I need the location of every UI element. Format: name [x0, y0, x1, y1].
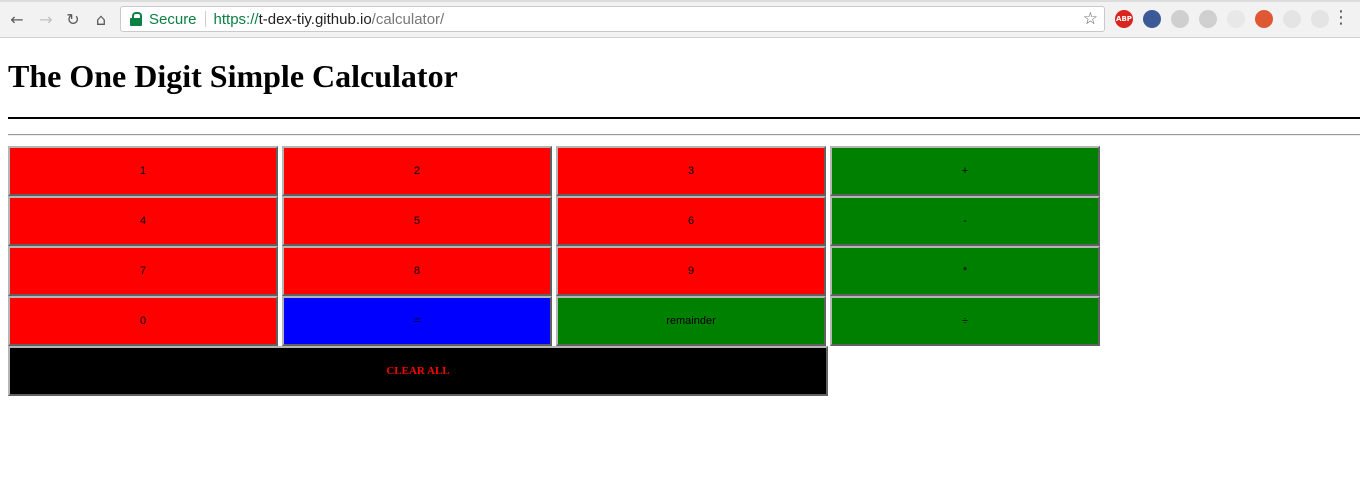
browser-menu-icon[interactable]: ⋮ [1332, 8, 1350, 28]
key-2-button[interactable]: 2 [282, 146, 552, 196]
react-extension-icon[interactable] [1311, 10, 1329, 28]
divide-button[interactable]: ÷ [830, 296, 1100, 346]
browser-toolbar: ← → ↻ ⌂ Secure https://t-dex-tiy.github.… [0, 0, 1360, 38]
lock-icon [129, 12, 143, 26]
circle-extension-icon[interactable] [1283, 10, 1301, 28]
equals-button[interactable]: = [282, 296, 552, 346]
subtract-button[interactable]: - [830, 196, 1100, 246]
flag-extension-icon[interactable] [1143, 10, 1161, 28]
address-bar[interactable]: Secure https://t-dex-tiy.github.io/calcu… [120, 6, 1105, 32]
url-scheme: https:// [213, 10, 259, 28]
dropbox-extension-icon[interactable] [1171, 10, 1189, 28]
url-host: t-dex-tiy.github.io [258, 10, 372, 28]
key-9-button[interactable]: 9 [556, 246, 826, 296]
key-4-button[interactable]: 4 [8, 196, 278, 246]
horizontal-rule [8, 134, 1360, 136]
home-icon[interactable]: ⌂ [90, 8, 112, 30]
url-path: /calculator/ [371, 10, 445, 28]
bookmark-star-icon[interactable]: ☆ [1083, 9, 1098, 29]
tab-strip-edge [0, 0, 1360, 2]
key-6-button[interactable]: 6 [556, 196, 826, 246]
multiply-button[interactable]: * [830, 246, 1100, 296]
title-underline [8, 117, 1360, 119]
add-button[interactable]: + [830, 146, 1100, 196]
duckduckgo-extension-icon[interactable] [1255, 10, 1273, 28]
spotify-extension-icon[interactable] [1227, 10, 1245, 28]
clear-all-button[interactable]: CLEAR ALL [8, 346, 828, 396]
adblock-extension-icon[interactable]: ABP [1115, 10, 1133, 28]
address-divider [204, 11, 206, 27]
key-1-button[interactable]: 1 [8, 146, 278, 196]
key-7-button[interactable]: 7 [8, 246, 278, 296]
feather-extension-icon[interactable] [1199, 10, 1217, 28]
key-8-button[interactable]: 8 [282, 246, 552, 296]
forward-arrow-icon[interactable]: → [35, 8, 57, 30]
page-title: The One Digit Simple Calculator [8, 58, 458, 94]
back-arrow-icon[interactable]: ← [6, 8, 28, 30]
key-5-button[interactable]: 5 [282, 196, 552, 246]
reload-icon[interactable]: ↻ [62, 8, 84, 30]
secure-label: Secure [149, 10, 197, 28]
key-3-button[interactable]: 3 [556, 146, 826, 196]
key-0-button[interactable]: 0 [8, 296, 278, 346]
remainder-button[interactable]: remainder [556, 296, 826, 346]
